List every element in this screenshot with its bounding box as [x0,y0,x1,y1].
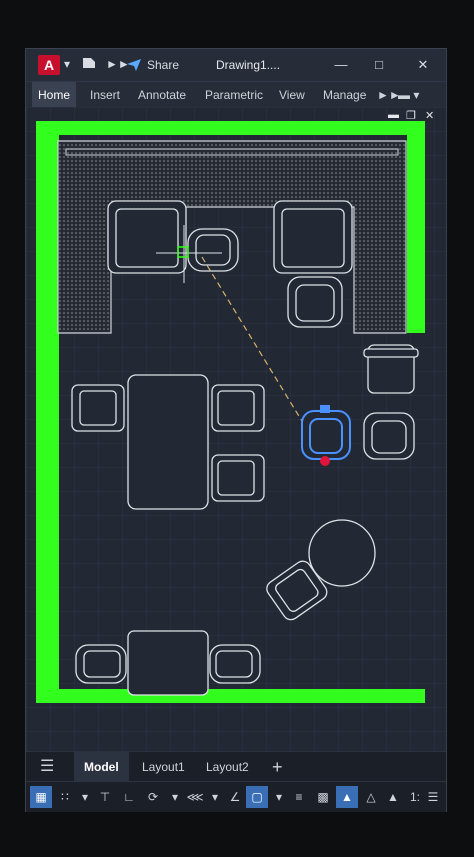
right-chair-bottom[interactable] [363,412,415,460]
tab-home[interactable]: Home [32,82,77,108]
dining-chair-left[interactable] [71,384,125,432]
autocad-window: A ▾ ►► Share Drawing1.... — □ ✕ Home Ins… [25,48,447,812]
tab-manage[interactable]: Manage [317,82,372,108]
top-left-sofa-chair[interactable] [107,200,187,274]
polar-tracking-icon[interactable]: ⟳ [142,786,164,808]
minimize-icon[interactable]: — [330,55,352,75]
status-bar: ▦ ∷ ▾ ⊤ ∟ ⟳ ▾ ⋘ ▾ ∠ ▢ ▾ ≡ ▩ ▲ △ ▲ 1: ☰ [26,781,446,812]
workspace-dropdown[interactable]: ▬ ▾ [392,82,425,108]
viewport-restore-icon[interactable]: ❐ [406,109,416,122]
tab-layout1[interactable]: Layout1 [142,752,185,782]
rotated-chair-top[interactable] [187,228,239,272]
tab-layout2[interactable]: Layout2 [206,752,249,782]
object-snap-tracking-icon[interactable]: ⋘ [184,786,206,808]
customization-menu-icon[interactable]: ☰ [422,786,444,808]
tab-insert[interactable]: Insert [84,82,126,108]
title-bar: A ▾ ►► Share Drawing1.... — □ ✕ [26,49,446,81]
caret-down-icon[interactable]: ▾ [164,786,186,808]
bottom-chair-left[interactable] [75,644,127,684]
top-right-sofa-chair[interactable] [273,200,353,274]
hamburger-menu-icon[interactable]: ☰ [40,752,54,782]
annotation-autoscale-icon[interactable]: △ [360,786,382,808]
viewport-close-icon[interactable]: ✕ [425,109,434,122]
right-chair-top[interactable] [363,344,419,394]
share-label: Share [147,58,180,72]
share-button[interactable]: Share [126,55,179,75]
caret-down-icon[interactable]: ▾ [74,786,96,808]
ortho-icon[interactable]: ∟ [118,786,140,808]
dynamic-ucs-icon[interactable]: ∠ [224,786,246,808]
add-layout-button[interactable]: + [272,752,283,782]
autocad-logo-icon[interactable]: A [38,55,60,75]
dining-chair-right-lower[interactable] [211,454,265,502]
dining-table[interactable] [127,374,209,510]
tab-view[interactable]: View [273,82,311,108]
drawing-canvas[interactable]: ▬ ❐ ✕ [26,107,446,751]
tab-model[interactable]: Model [74,752,129,782]
snap-icon[interactable]: ∷ [54,786,76,808]
maximize-icon[interactable]: □ [368,55,390,75]
object-snap-icon[interactable]: ▢ [246,786,268,808]
bottom-chair-right[interactable] [209,644,261,684]
paper-plane-icon [127,59,141,71]
chair-under-right-sofa[interactable] [287,276,343,328]
viewport-minimize-icon[interactable]: ▬ [388,109,399,121]
file-icon[interactable] [82,57,96,72]
selection-grip-blue[interactable] [320,405,330,413]
selected-chair[interactable] [301,410,351,460]
bottom-table[interactable] [127,630,209,696]
caret-down-icon[interactable]: ▾ [204,786,226,808]
round-table[interactable] [308,519,376,587]
annotation-scale-icon[interactable]: ▲ [382,786,404,808]
caret-down-icon[interactable]: ▾ [268,786,290,808]
caret-down-icon[interactable]: ▾ [64,57,70,71]
floor-plan-drawing [26,107,446,751]
close-icon[interactable]: ✕ [412,55,434,75]
document-title: Drawing1.... [216,58,281,72]
transparency-icon[interactable]: ▩ [312,786,334,808]
ribbon-tabs: Home Insert Annotate Parametric View Man… [26,81,446,108]
layout-tabs-bar: ☰ Model Layout1 Layout2 + [26,751,446,782]
grid-icon[interactable]: ▦ [30,786,52,808]
dining-chair-right-upper[interactable] [211,384,265,432]
selection-grip-red[interactable] [320,456,330,466]
annotation-visibility-icon[interactable]: ▲ [336,786,358,808]
infer-constraints-icon[interactable]: ⊤ [94,786,116,808]
tab-annotate[interactable]: Annotate [132,82,192,108]
lineweight-icon[interactable]: ≡ [288,786,310,808]
tab-parametric[interactable]: Parametric [199,82,269,108]
